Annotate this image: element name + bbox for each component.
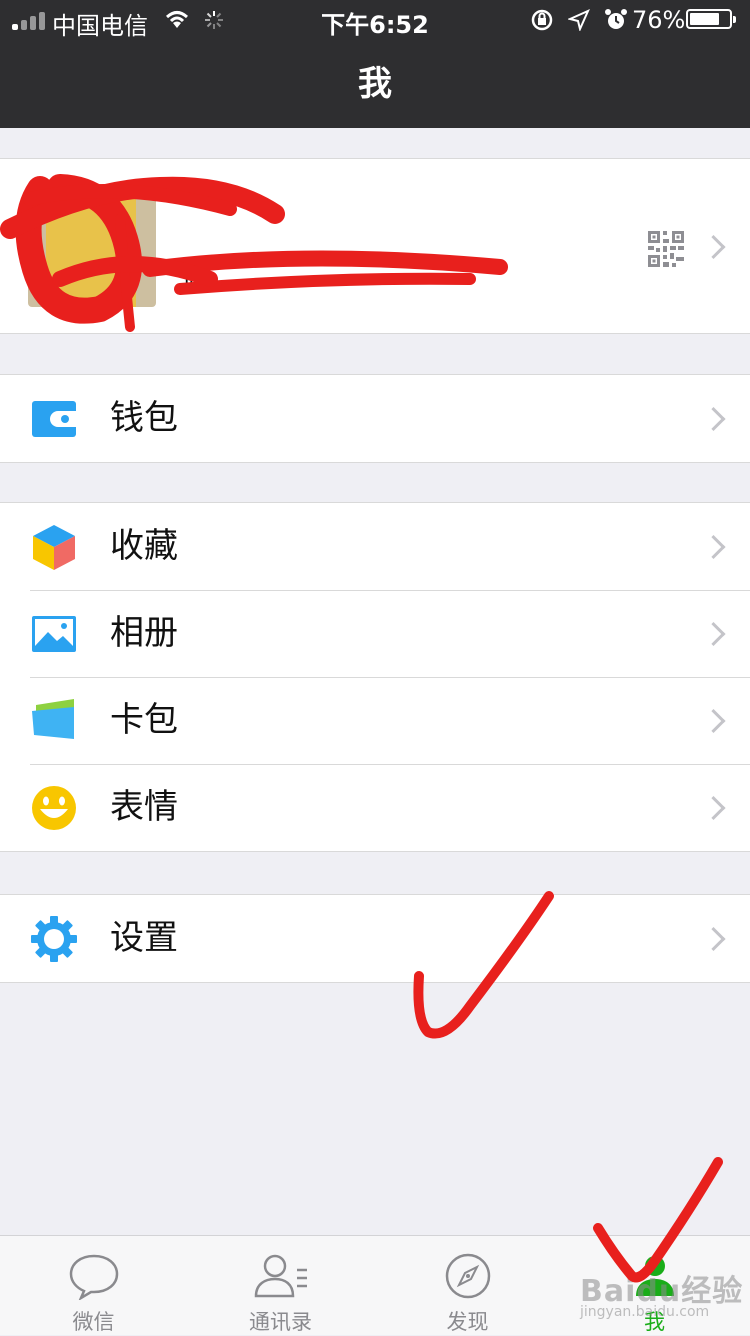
battery-percent: 76% [632, 6, 686, 34]
contacts-icon [254, 1254, 307, 1298]
profile-card[interactable]: 微 [0, 158, 750, 334]
menu-item-cards[interactable]: 卡包 [0, 677, 750, 764]
tab-label-chats: 微信 [72, 1310, 115, 1334]
card-pack-icon [32, 699, 74, 739]
tab-label-contacts: 通讯录 [249, 1310, 312, 1334]
tab-label-discover: 发现 [446, 1310, 489, 1334]
watermark: Baidu经验 jingyan.baidu.com [580, 1266, 743, 1320]
cube-icon [33, 525, 75, 570]
profile-subtitle: 微 [182, 263, 209, 293]
menu-item-settings[interactable]: 设置 [0, 895, 750, 982]
photo-icon [32, 616, 76, 652]
chevron-right-icon [701, 406, 726, 431]
location-icon [568, 9, 590, 31]
smiley-icon [32, 786, 76, 830]
menu-label-settings: 设置 [110, 918, 178, 958]
chevron-right-icon [701, 234, 726, 260]
chevron-right-icon [701, 534, 726, 559]
menu-item-stickers[interactable]: 表情 [0, 764, 750, 851]
menu-label-album: 相册 [110, 613, 178, 653]
chevron-right-icon [701, 795, 726, 820]
status-bar: 中国电信 下午6:52 76% [0, 0, 750, 40]
menu-label-favorites: 收藏 [110, 526, 178, 566]
menu-label-wallet: 钱包 [110, 398, 178, 438]
status-icons [530, 8, 628, 32]
menu-label-stickers: 表情 [110, 787, 178, 827]
avatar[interactable] [28, 187, 156, 307]
menu-label-cards: 卡包 [110, 700, 178, 740]
tab-chats[interactable]: 微信 [0, 1236, 187, 1335]
compass-icon [445, 1253, 490, 1299]
wallet-icon [32, 401, 76, 437]
tab-contacts[interactable]: 通讯录 [187, 1236, 374, 1335]
page-title: 我 [0, 40, 750, 128]
settings-group: 设置 [0, 894, 750, 983]
alarm-icon [605, 9, 627, 29]
menu-item-favorites[interactable]: 收藏 [0, 503, 750, 590]
battery-icon [686, 9, 736, 29]
menu-item-album[interactable]: 相册 [0, 590, 750, 677]
chevron-right-icon [701, 926, 726, 951]
menu-item-wallet[interactable]: 钱包 [0, 375, 750, 462]
chevron-right-icon [701, 708, 726, 733]
wallet-group: 钱包 [0, 374, 750, 463]
chat-icon [69, 1254, 118, 1300]
chevron-right-icon [701, 621, 726, 646]
features-group: 收藏 相册 卡包 表情 [0, 502, 750, 852]
qr-code-icon[interactable] [648, 231, 684, 267]
rotation-lock-icon [531, 9, 553, 31]
tab-discover[interactable]: 发现 [374, 1236, 561, 1335]
gear-icon [31, 916, 77, 962]
